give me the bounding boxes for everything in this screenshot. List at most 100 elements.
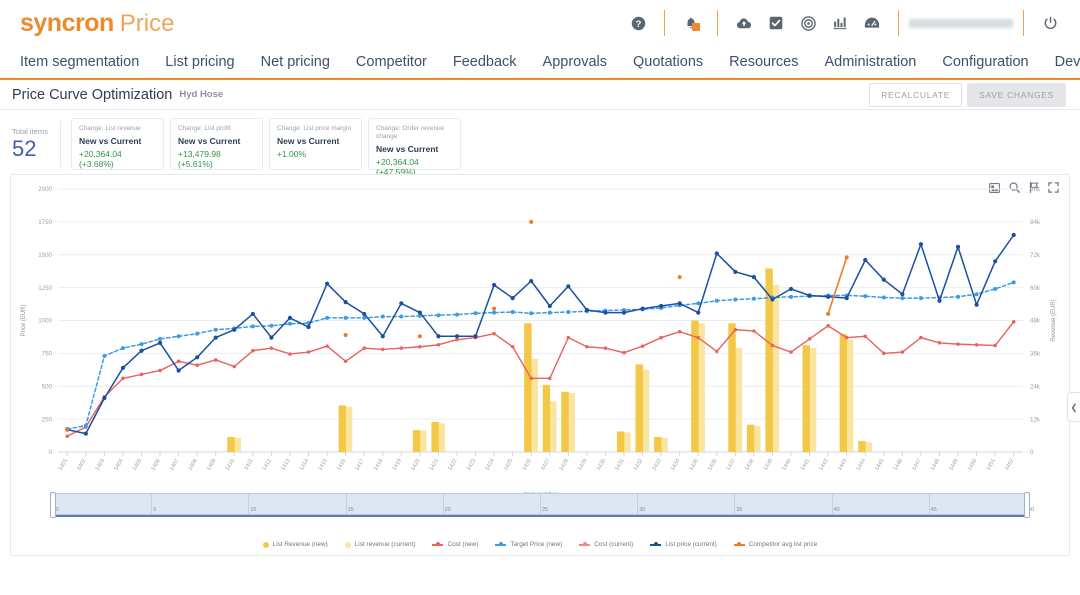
svg-text:1408: 1408 (187, 458, 198, 472)
nav-item-list-pricing[interactable]: List pricing (152, 54, 247, 70)
kpi-comparison: New vs Current (376, 143, 439, 154)
nav-item-quotations[interactable]: Quotations (620, 54, 716, 70)
svg-text:1432: 1432 (633, 458, 644, 472)
svg-text:0: 0 (49, 449, 53, 456)
svg-text:2000: 2000 (38, 186, 52, 193)
svg-text:1403: 1403 (95, 458, 106, 472)
svg-text:1436: 1436 (707, 458, 718, 472)
nav-item-configuration[interactable]: Configuration (929, 54, 1041, 70)
kpi-comparison: New vs Current (277, 135, 340, 146)
legend-marker-line (432, 542, 444, 548)
svg-text:84k: 84k (1030, 219, 1041, 226)
legend-label: Cost (current) (594, 541, 634, 548)
nav-item-development[interactable]: Development (1042, 54, 1080, 70)
nav-item-feedback[interactable]: Feedback (440, 54, 530, 70)
svg-text:1421: 1421 (429, 458, 440, 472)
svg-text:1451: 1451 (985, 458, 996, 472)
svg-text:1446: 1446 (893, 458, 904, 472)
kpi-card-list-profit[interactable]: Change: List profit New vs Current +13,4… (170, 118, 263, 170)
cloud-upload-icon[interactable] (728, 8, 760, 38)
kpi-title: Change: List revenue (79, 125, 141, 132)
svg-text:1445: 1445 (874, 458, 885, 472)
range-tick-label: 20 (444, 507, 451, 513)
range-handle-end[interactable] (1024, 492, 1030, 518)
range-tick-label: 40 (833, 507, 840, 513)
chart-panel: 0 250 500 750 1000 1250 1500 1750 2000 0 12k 24k 36k… (10, 174, 1070, 556)
svg-text:1430: 1430 (596, 458, 607, 472)
price-curve-chart[interactable]: 0 250 500 750 1000 1250 1500 1750 2000 0 12k 24k 36k… (11, 175, 1069, 505)
legend-item[interactable]: List revenue (current) (344, 541, 416, 548)
range-tick (345, 494, 347, 514)
nav-item-item-segmentation[interactable]: Item segmentation (20, 54, 152, 70)
legend-item[interactable]: Target Price (new) (495, 541, 562, 548)
svg-text:1438: 1438 (744, 458, 755, 472)
kpi-title: Change: List profit (178, 125, 231, 132)
nav-item-administration[interactable]: Administration (811, 54, 929, 70)
legend-label: List revenue (current) (354, 541, 416, 548)
divider (1023, 10, 1024, 36)
legend-item[interactable]: Competitor avg list price (733, 541, 817, 548)
kpi-card-order-revenue-change[interactable]: Change: Order revenue change New vs Curr… (368, 118, 461, 177)
legend-item[interactable]: Cost (current) (579, 541, 633, 548)
legend-marker-line (579, 542, 591, 548)
kpi-comparison: New vs Current (178, 135, 241, 146)
nav-item-resources[interactable]: Resources (716, 54, 811, 70)
checkbox-icon[interactable] (760, 8, 792, 38)
svg-text:1418: 1418 (373, 458, 384, 472)
username-label: Andrey Neokalitov (909, 18, 1013, 28)
range-tick-label: 0 (56, 507, 59, 513)
range-slider[interactable]: 0 5 10 15 20 25 30 35 40 45 50 (50, 492, 1034, 518)
save-changes-button[interactable]: SAVE CHANGES (967, 82, 1066, 107)
notification-badge (692, 23, 700, 31)
svg-text:1409: 1409 (206, 458, 217, 472)
help-icon[interactable]: ? (622, 8, 654, 38)
svg-text:60k: 60k (1030, 285, 1041, 292)
nav-item-competitor[interactable]: Competitor (343, 54, 440, 70)
page-title: Price Curve Optimization (12, 86, 173, 103)
legend-label: Target Price (new) (510, 541, 563, 548)
range-tick (928, 494, 930, 514)
svg-text:1405: 1405 (132, 458, 143, 472)
nav-item-net-pricing[interactable]: Net pricing (248, 54, 343, 70)
dashboard-icon[interactable] (856, 8, 888, 38)
legend-item[interactable]: List Revenue (new) (262, 541, 328, 548)
svg-text:1450: 1450 (967, 458, 978, 472)
notifications-bell-icon[interactable] (675, 8, 707, 38)
svg-text:1444: 1444 (856, 458, 867, 472)
svg-text:1448: 1448 (930, 458, 941, 472)
kpi-value: +20,364.04 (+3.68%) (79, 148, 122, 169)
svg-text:1404: 1404 (113, 458, 124, 472)
divider (664, 10, 665, 36)
legend-label: Cost (new) (447, 541, 479, 548)
kpi-card-list-revenue[interactable]: Change: List revenue New vs Current +20,… (71, 118, 164, 170)
legend-label: List price (current) (665, 541, 717, 548)
range-tick (637, 494, 639, 514)
svg-text:96k: 96k (1030, 186, 1041, 193)
legend-item[interactable]: Cost (new) (432, 541, 478, 548)
divider (898, 10, 899, 36)
target-icon[interactable] (792, 8, 824, 38)
power-icon[interactable] (1034, 8, 1066, 38)
svg-text:1406: 1406 (150, 458, 161, 472)
recalculate-button[interactable]: RECALCULATE (869, 82, 963, 107)
svg-text:1433: 1433 (651, 458, 662, 472)
legend-item[interactable]: List price (current) (650, 541, 717, 548)
kpi-card-list-price-margin[interactable]: Change: List price margin New vs Current… (269, 118, 362, 170)
svg-text:1452: 1452 (1004, 458, 1015, 472)
range-tick (248, 494, 250, 514)
nav-item-approvals[interactable]: Approvals (530, 54, 620, 70)
svg-text:1434: 1434 (670, 458, 681, 472)
svg-text:1425: 1425 (503, 458, 514, 472)
svg-text:1416: 1416 (336, 458, 347, 472)
range-handle-start[interactable] (50, 492, 56, 518)
legend-marker-line (733, 542, 745, 548)
svg-text:1414: 1414 (299, 458, 310, 472)
svg-text:48k: 48k (1030, 318, 1041, 325)
svg-text:1412: 1412 (262, 458, 273, 472)
side-panel-toggle[interactable]: ❮ (1067, 392, 1080, 422)
svg-text:1439: 1439 (763, 458, 774, 472)
svg-text:Revenue (EUR): Revenue (EUR) (1051, 299, 1057, 341)
bar-chart-icon[interactable] (824, 8, 856, 38)
range-tick-label: 30 (639, 507, 646, 513)
app-logo[interactable]: syncron Price (20, 9, 174, 38)
